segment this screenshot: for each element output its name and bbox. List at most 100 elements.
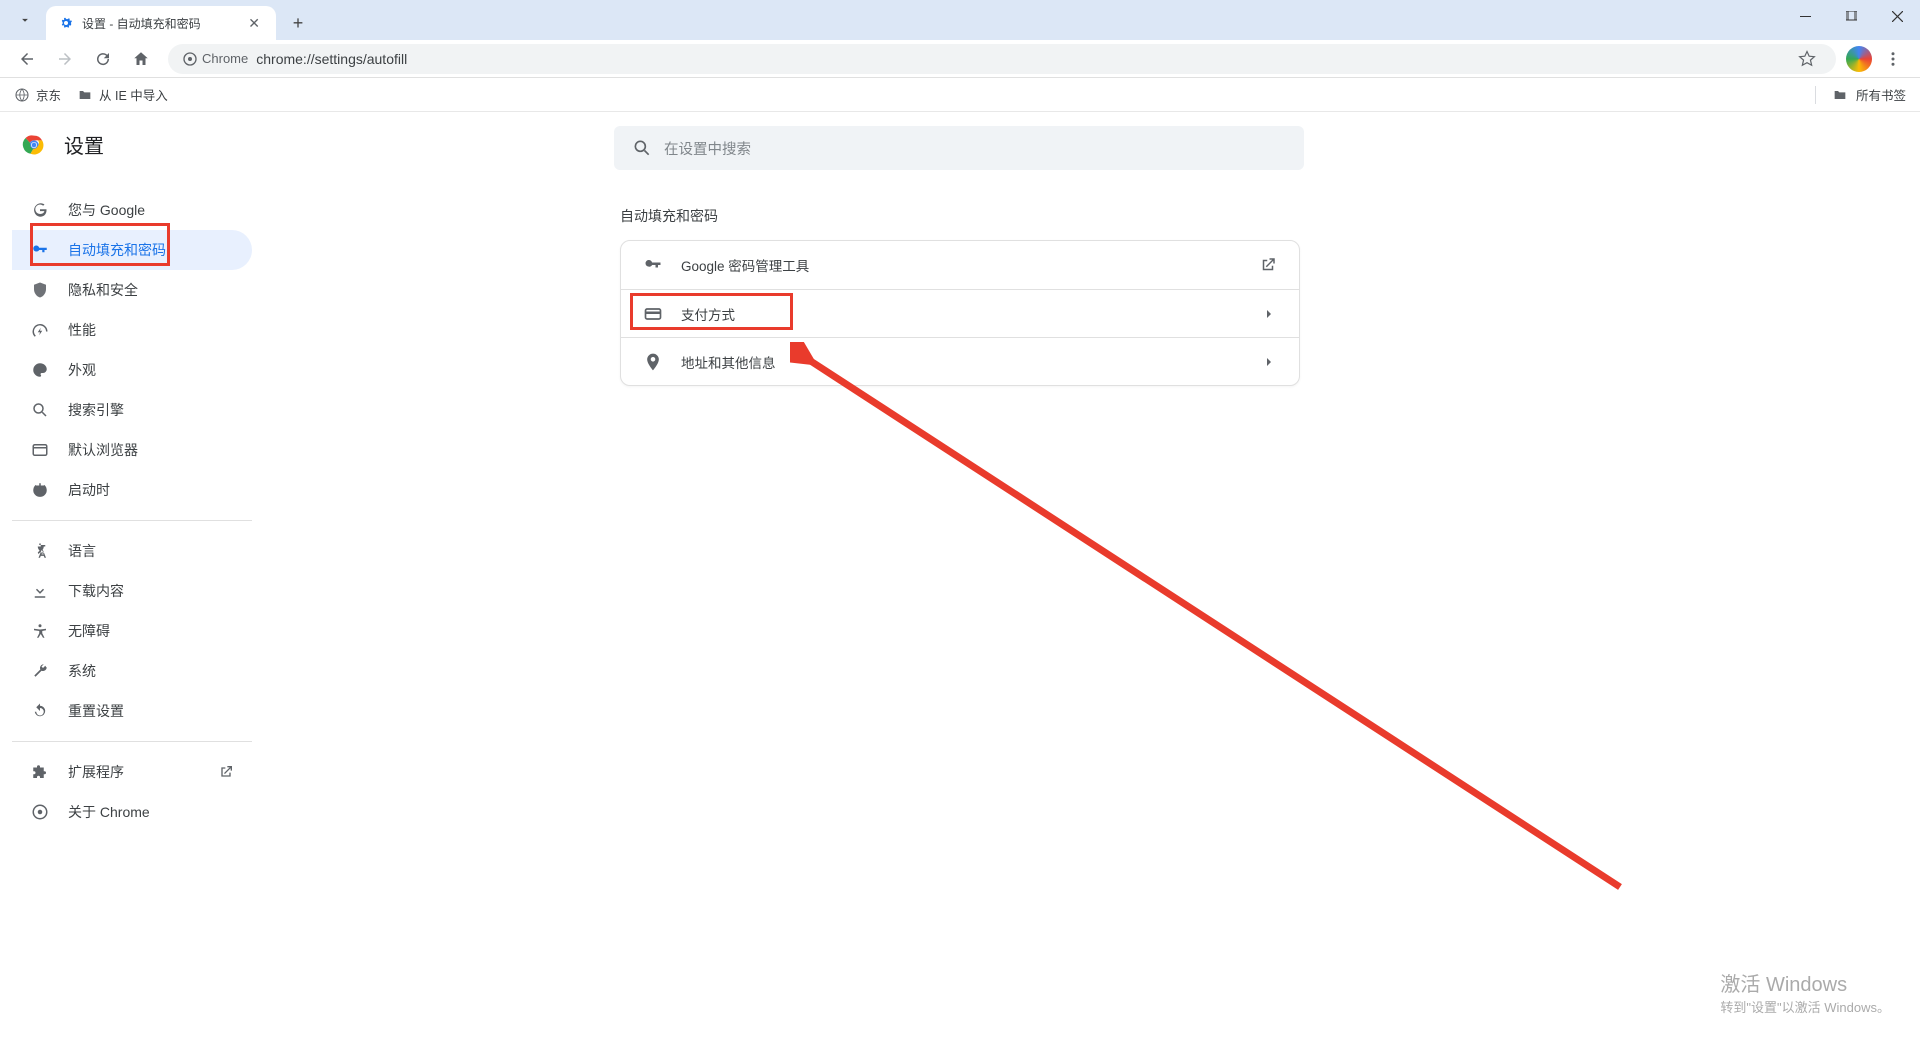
row-label: 地址和其他信息 [681, 352, 1243, 372]
sidebar-item-label: 外观 [68, 360, 96, 380]
window-controls [1782, 0, 1920, 32]
maximize-button[interactable] [1828, 0, 1874, 32]
back-button[interactable] [10, 42, 44, 76]
sidebar-item-downloads[interactable]: 下载内容 [12, 571, 252, 611]
sidebar-item-performance[interactable]: 性能 [12, 310, 252, 350]
watermark-subtitle: 转到"设置"以激活 Windows。 [1720, 997, 1890, 1016]
settings-sidebar: 您与 Google 自动填充和密码 隐私和安全 性能 外观 搜索引擎 默认浏览器… [12, 190, 252, 832]
bookmark-jd[interactable]: 京东 [14, 85, 61, 104]
divider [12, 520, 252, 521]
chrome-logo-icon [20, 131, 48, 159]
sidebar-item-label: 启动时 [68, 480, 110, 500]
bookmark-ie-import[interactable]: 从 IE 中导入 [77, 85, 168, 104]
close-window-button[interactable] [1874, 0, 1920, 32]
sidebar-item-label: 重置设置 [68, 701, 124, 721]
search-icon [632, 138, 652, 158]
sidebar-item-about-chrome[interactable]: 关于 Chrome [12, 792, 252, 832]
reset-icon [30, 702, 50, 720]
location-icon [643, 352, 663, 372]
home-button[interactable] [124, 42, 158, 76]
external-link-icon [1259, 256, 1277, 274]
new-tab-button[interactable]: + [284, 9, 312, 37]
settings-search-input[interactable]: 在设置中搜索 [614, 126, 1304, 170]
sidebar-item-label: 隐私和安全 [68, 280, 138, 300]
accessibility-icon [30, 622, 50, 640]
sidebar-item-label: 语言 [68, 541, 96, 561]
sidebar-item-label: 关于 Chrome [68, 802, 150, 822]
sidebar-item-label: 系统 [68, 661, 96, 681]
separator [1815, 86, 1816, 104]
row-label: Google 密码管理工具 [681, 255, 1241, 275]
sidebar-item-privacy[interactable]: 隐私和安全 [12, 270, 252, 310]
sidebar-item-on-startup[interactable]: 启动时 [12, 470, 252, 510]
sidebar-item-label: 扩展程序 [68, 762, 124, 782]
sidebar-item-extensions[interactable]: 扩展程序 [12, 752, 252, 792]
titlebar: 设置 - 自动填充和密码 ✕ + [0, 0, 1920, 40]
palette-icon [30, 361, 50, 379]
minimize-button[interactable] [1782, 0, 1828, 32]
shield-icon [30, 281, 50, 299]
gear-icon [58, 15, 74, 31]
sidebar-item-label: 您与 Google [68, 200, 145, 220]
annotation-highlight-payment [630, 293, 793, 330]
chevron-right-icon [1261, 306, 1277, 322]
google-g-icon [30, 201, 50, 219]
page-title: 设置 [64, 130, 104, 159]
forward-button[interactable] [48, 42, 82, 76]
site-info-icon[interactable]: Chrome [182, 51, 248, 67]
translate-icon [30, 542, 50, 560]
sidebar-item-label: 默认浏览器 [68, 440, 138, 460]
key-icon [643, 255, 663, 275]
sidebar-item-appearance[interactable]: 外观 [12, 350, 252, 390]
url-text: chrome://settings/autofill [256, 51, 407, 67]
divider [12, 741, 252, 742]
tab-search-dropdown-icon[interactable] [10, 5, 40, 35]
search-placeholder: 在设置中搜索 [664, 138, 751, 159]
bookmarks-bar: 京东 从 IE 中导入 所有书签 [0, 78, 1920, 112]
browser-icon [30, 441, 50, 459]
folder-icon [77, 87, 93, 103]
annotation-arrow [790, 342, 1640, 902]
watermark-title: 激活 Windows [1720, 968, 1890, 997]
windows-activation-watermark: 激活 Windows 转到"设置"以激活 Windows。 [1720, 968, 1890, 1016]
sidebar-item-default-browser[interactable]: 默认浏览器 [12, 430, 252, 470]
power-icon [30, 481, 50, 499]
wrench-icon [30, 662, 50, 680]
kebab-menu-icon[interactable] [1876, 42, 1910, 76]
row-addresses[interactable]: 地址和其他信息 [621, 337, 1299, 385]
extension-icon [30, 763, 50, 781]
reload-button[interactable] [86, 42, 120, 76]
tab-title: 设置 - 自动填充和密码 [82, 15, 236, 32]
browser-tab[interactable]: 设置 - 自动填充和密码 ✕ [46, 6, 276, 40]
section-title: 自动填充和密码 [620, 206, 1300, 226]
sidebar-item-label: 性能 [68, 320, 96, 340]
bookmark-star-icon[interactable] [1792, 50, 1822, 68]
profile-avatar[interactable] [1846, 46, 1872, 72]
external-link-icon [218, 764, 234, 780]
address-bar[interactable]: Chrome chrome://settings/autofill [168, 44, 1836, 74]
sidebar-item-accessibility[interactable]: 无障碍 [12, 611, 252, 651]
bookmark-label: 京东 [36, 85, 61, 104]
speedometer-icon [30, 321, 50, 339]
folder-icon [1832, 87, 1848, 103]
sidebar-item-label: 无障碍 [68, 621, 110, 641]
all-bookmarks-button[interactable]: 所有书签 [1856, 85, 1906, 104]
chrome-label: Chrome [202, 51, 248, 66]
bookmark-label: 从 IE 中导入 [99, 85, 168, 104]
search-icon [30, 401, 50, 419]
row-password-manager[interactable]: Google 密码管理工具 [621, 241, 1299, 289]
sidebar-item-system[interactable]: 系统 [12, 651, 252, 691]
chevron-right-icon [1261, 354, 1277, 370]
browser-toolbar: Chrome chrome://settings/autofill [0, 40, 1920, 78]
sidebar-item-label: 搜索引擎 [68, 400, 124, 420]
sidebar-item-reset[interactable]: 重置设置 [12, 691, 252, 731]
download-icon [30, 582, 50, 600]
sidebar-item-search-engine[interactable]: 搜索引擎 [12, 390, 252, 430]
annotation-highlight-sidebar [30, 223, 170, 266]
close-tab-icon[interactable]: ✕ [244, 15, 264, 32]
sidebar-item-label: 下载内容 [68, 581, 124, 601]
settings-header: 设置 [20, 130, 104, 159]
sidebar-item-languages[interactable]: 语言 [12, 531, 252, 571]
globe-icon [14, 87, 30, 103]
chrome-icon [30, 803, 50, 821]
